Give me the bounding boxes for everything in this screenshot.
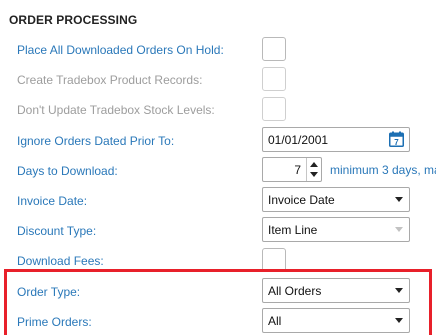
- days-to-download-hint: minimum 3 days, ma: [330, 163, 436, 177]
- download-fees-checkbox[interactable]: [262, 248, 286, 272]
- invoice-date-label: Invoice Date:: [17, 194, 88, 208]
- place-on-hold-label: Place All Downloaded Orders On Hold:: [17, 43, 224, 57]
- days-to-download-label: Days to Download:: [17, 164, 118, 178]
- order-type-select[interactable]: All Orders: [262, 278, 410, 303]
- row-order-type: Order Type: All Orders: [0, 278, 436, 308]
- dont-update-stock-checkbox[interactable]: [262, 97, 286, 121]
- section-title: ORDER PROCESSING: [9, 13, 138, 27]
- stepper-arrows[interactable]: [306, 158, 321, 181]
- stepper-up-icon[interactable]: [310, 162, 318, 167]
- row-download-fees: Download Fees:: [0, 247, 436, 277]
- chevron-down-icon: [395, 227, 403, 232]
- create-tradebox-records-label: Create Tradebox Product Records:: [17, 73, 203, 87]
- row-prime-orders: Prime Orders: All: [0, 308, 436, 335]
- discount-type-value: Item Line: [268, 223, 318, 237]
- discount-type-select[interactable]: Item Line: [262, 217, 410, 242]
- calendar-day-number: 7: [394, 138, 399, 147]
- row-days-to-download: Days to Download: 7 minimum 3 days, ma: [0, 157, 436, 187]
- stepper-down-icon[interactable]: [310, 172, 318, 177]
- row-ignore-orders-prior: Ignore Orders Dated Prior To: 01/01/2001…: [0, 127, 436, 157]
- invoice-date-select[interactable]: Invoice Date: [262, 187, 410, 212]
- days-to-download-stepper[interactable]: 7: [262, 157, 322, 182]
- row-place-on-hold: Place All Downloaded Orders On Hold:: [0, 36, 436, 66]
- create-tradebox-records-checkbox[interactable]: [262, 67, 286, 91]
- order-type-label: Order Type:: [17, 285, 81, 299]
- ignore-orders-date-value: 01/01/2001: [268, 133, 329, 147]
- row-dont-update-stock: Don't Update Tradebox Stock Levels:: [0, 96, 436, 126]
- row-invoice-date: Invoice Date: Invoice Date: [0, 187, 436, 217]
- place-on-hold-checkbox[interactable]: [262, 37, 286, 61]
- calendar-icon[interactable]: 7: [389, 131, 404, 147]
- ignore-orders-date-input[interactable]: 01/01/2001 7: [262, 127, 410, 152]
- dont-update-stock-label: Don't Update Tradebox Stock Levels:: [17, 103, 215, 117]
- row-discount-type: Discount Type: Item Line: [0, 217, 436, 247]
- prime-orders-select[interactable]: All: [262, 308, 410, 333]
- ignore-orders-prior-label: Ignore Orders Dated Prior To:: [17, 134, 175, 148]
- row-create-tradebox-records: Create Tradebox Product Records:: [0, 66, 436, 96]
- invoice-date-value: Invoice Date: [268, 193, 335, 207]
- order-type-value: All Orders: [268, 284, 322, 298]
- discount-type-label: Discount Type:: [17, 224, 97, 238]
- order-processing-panel: ORDER PROCESSING Place All Downloaded Or…: [0, 0, 436, 335]
- chevron-down-icon: [395, 318, 403, 323]
- prime-orders-value: All: [268, 314, 282, 328]
- days-to-download-value: 7: [294, 163, 301, 177]
- prime-orders-label: Prime Orders:: [17, 315, 92, 329]
- chevron-down-icon: [395, 197, 403, 202]
- download-fees-label: Download Fees:: [17, 254, 104, 268]
- chevron-down-icon: [395, 288, 403, 293]
